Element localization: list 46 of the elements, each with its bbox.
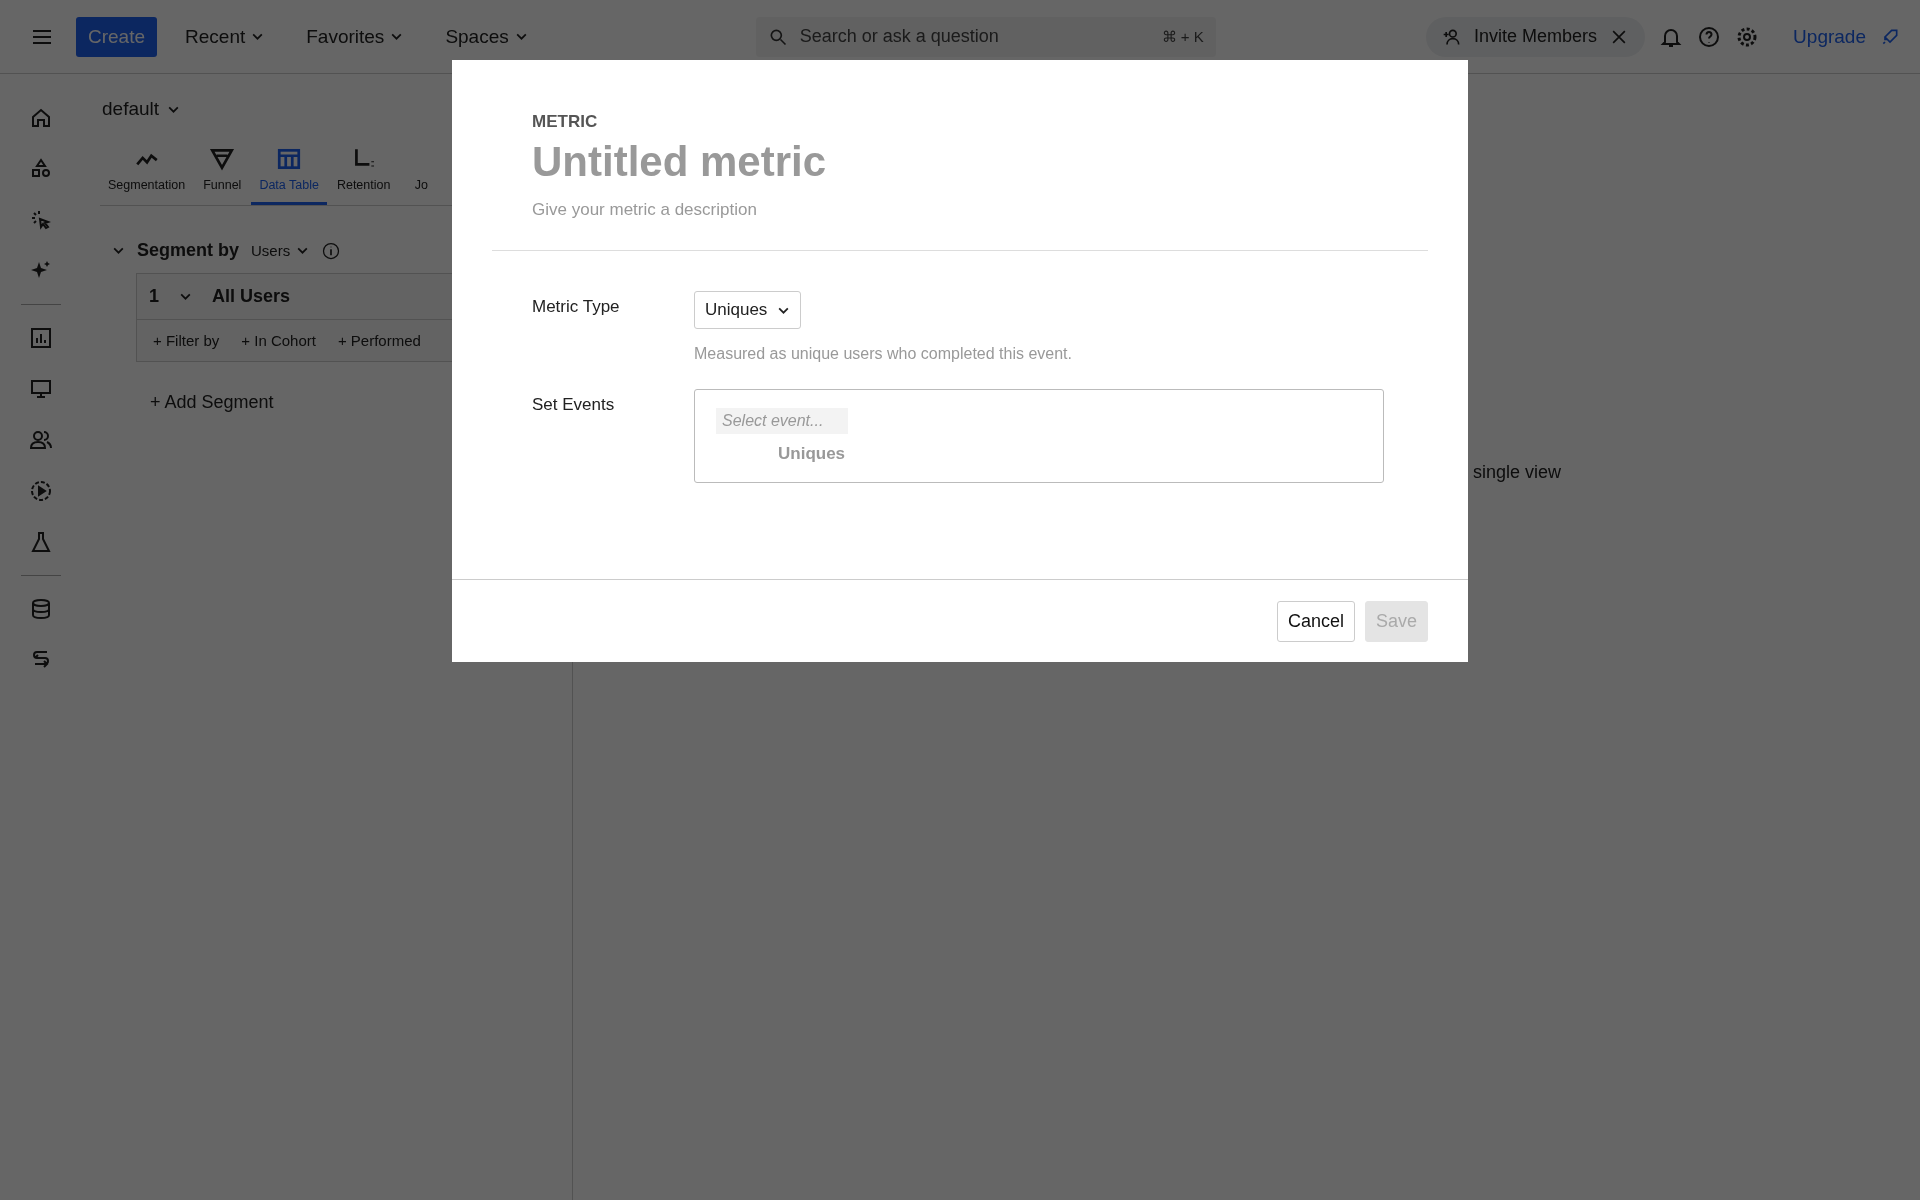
metric-title[interactable]: Untitled metric [532, 138, 1388, 186]
funnel-chart-icon [209, 146, 236, 172]
segment-by-dropdown[interactable]: Users [251, 242, 310, 259]
analysis-tab[interactable]: Funnel [195, 140, 250, 205]
home-icon[interactable] [29, 106, 53, 130]
create-button[interactable]: Create [76, 16, 158, 57]
info-icon[interactable] [321, 240, 342, 261]
monitor-icon[interactable] [29, 377, 53, 401]
analysis-tab[interactable]: Segmentation [100, 140, 194, 205]
table-chart-icon [276, 146, 303, 172]
project-dropdown[interactable]: default [100, 94, 181, 120]
search-bar[interactable]: Search or ask a question ⌘ + K [755, 16, 1216, 57]
shortcut-hint: ⌘ + K [1161, 27, 1204, 46]
filter-link[interactable]: + In Cohort [241, 332, 316, 349]
event-subtitle: Uniques [777, 444, 847, 464]
flask-icon[interactable] [29, 530, 53, 554]
analysis-tab[interactable]: Jo [400, 140, 443, 205]
segment-index: 1 [149, 286, 159, 307]
dialog-button[interactable]: Cancel [1276, 600, 1355, 642]
nav-menu[interactable]: Spaces [431, 25, 542, 48]
play-icon[interactable] [29, 479, 53, 503]
upgrade-link[interactable]: Upgrade [1793, 25, 1866, 48]
database-icon[interactable] [29, 597, 53, 621]
dialog-eyebrow: METRIC [532, 112, 599, 132]
invite-label[interactable]: Invite Members [1474, 26, 1598, 47]
field-label: Metric Type [532, 296, 621, 318]
users-icon[interactable] [29, 428, 53, 452]
field-label: Set Events [532, 394, 616, 416]
segment-by-label: Segment by [137, 240, 240, 261]
analysis-tab[interactable]: Data Table [251, 140, 327, 205]
nav-menu[interactable]: Favorites [292, 25, 418, 48]
analysis-tab[interactable]: Retention [328, 140, 399, 205]
help-text: Measured as unique users who completed this event. [694, 345, 1072, 363]
chart-icon[interactable] [29, 326, 53, 350]
segment-name: All Users [212, 286, 291, 307]
invite-members-chip[interactable]: Invite Members [1426, 16, 1646, 57]
nav-menu[interactable]: Recent [171, 25, 279, 48]
click-icon[interactable] [29, 208, 53, 232]
filter-link[interactable]: + Filter by [153, 332, 220, 349]
filter-link[interactable]: + Performed [337, 332, 421, 349]
add-segment-link[interactable]: + Add Segment [150, 392, 274, 413]
help-icon[interactable] [1697, 24, 1722, 49]
search-field[interactable]: Search or ask a question [797, 25, 1152, 48]
hint-text: single view [1473, 462, 1562, 482]
metric-type-dropdown[interactable]: Uniques [694, 291, 802, 329]
event-select-field[interactable]: Select event... [716, 408, 848, 434]
